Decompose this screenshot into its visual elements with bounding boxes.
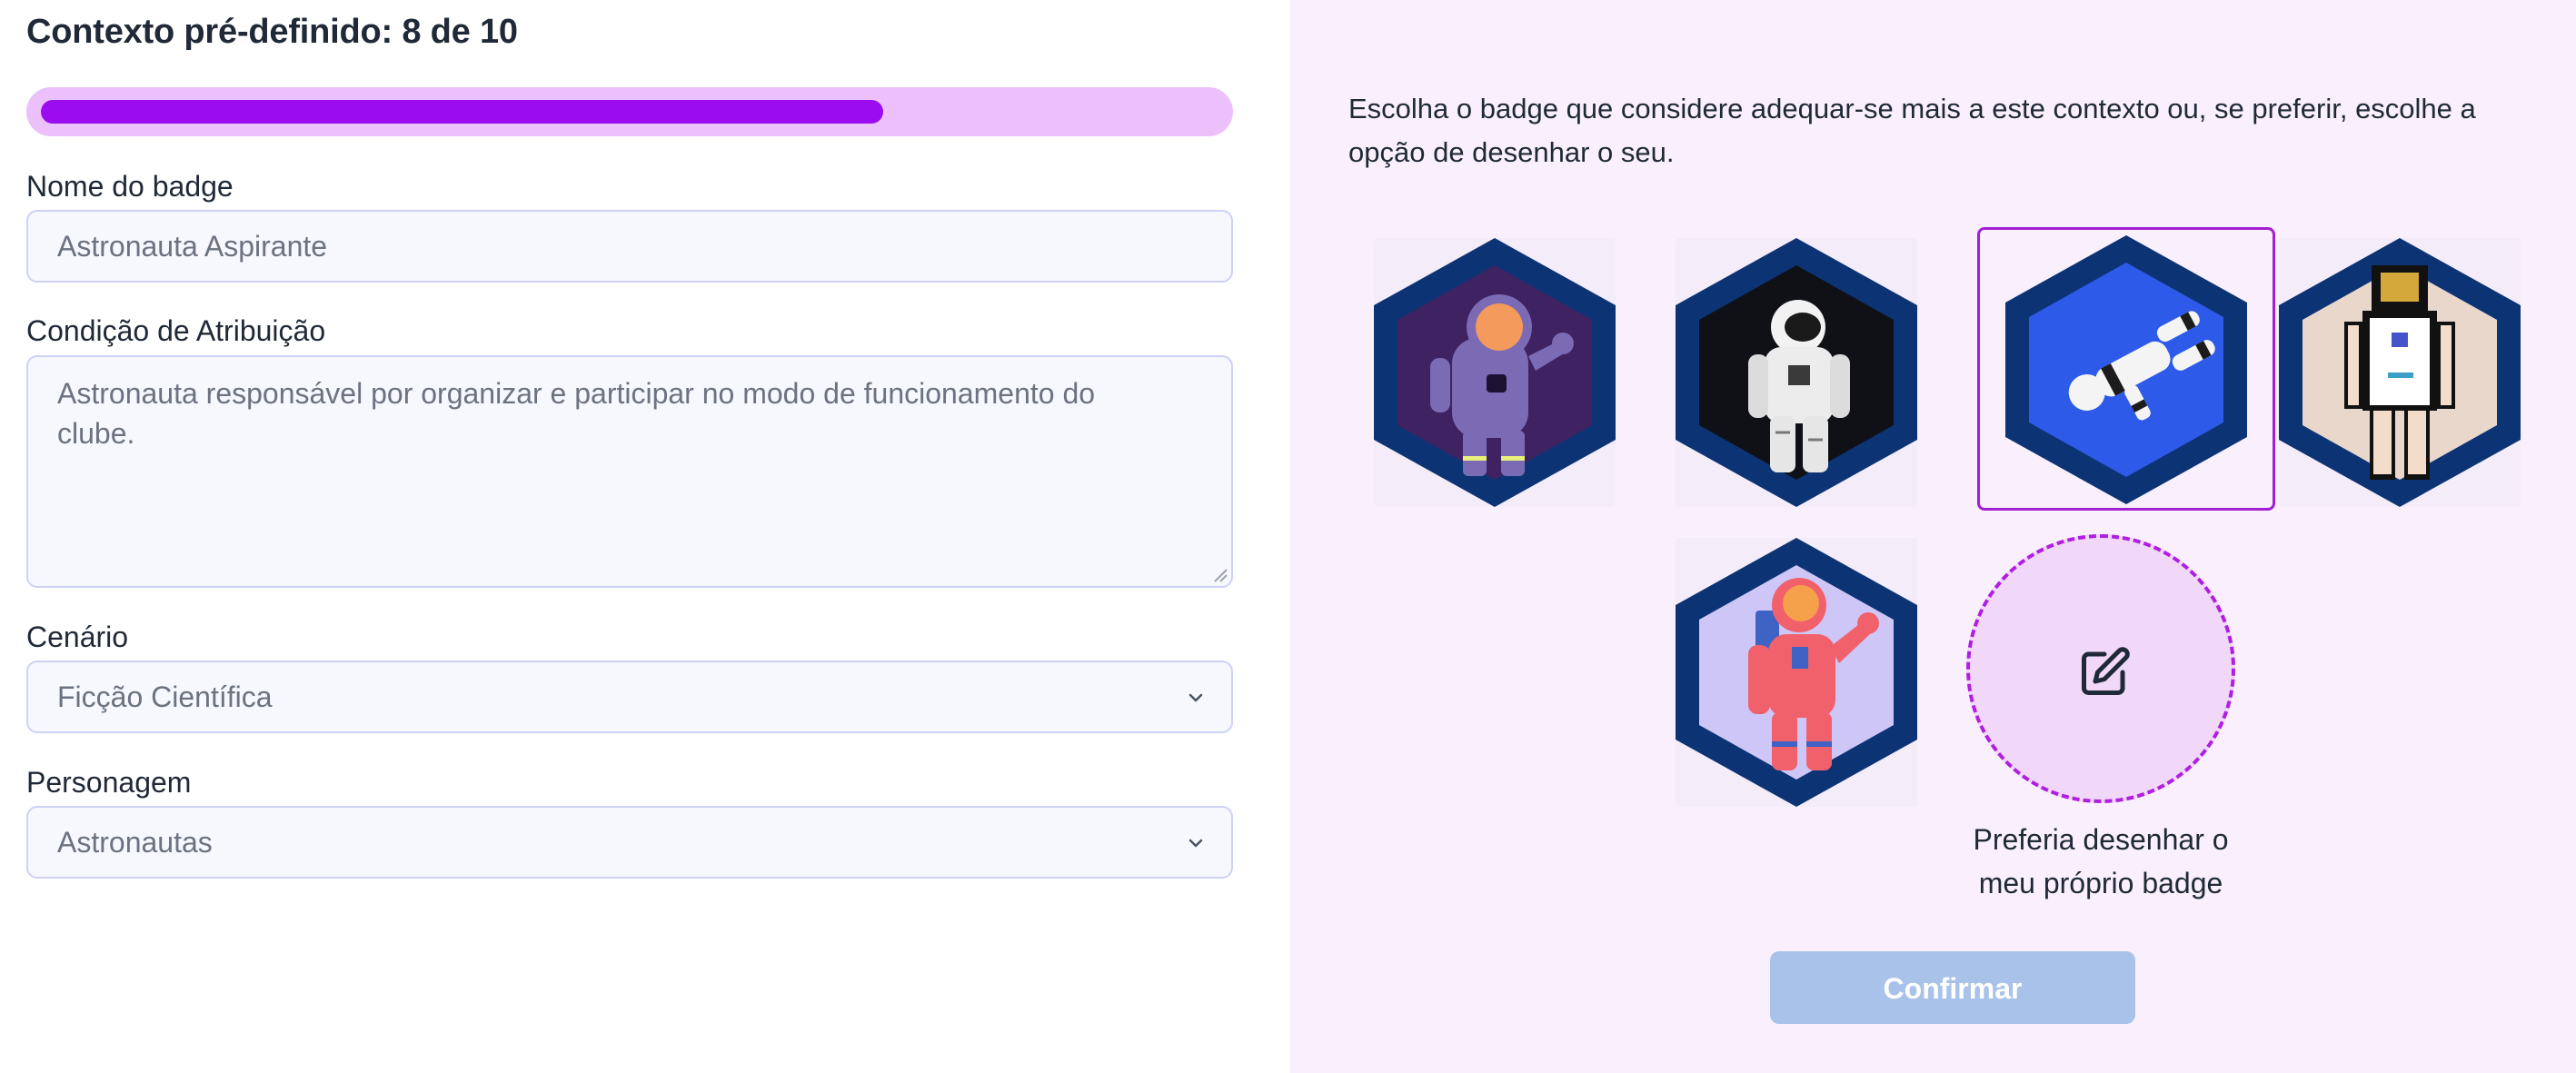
confirm-button[interactable]: Confirmar <box>1770 951 2135 1024</box>
draw-own-badge-label: Preferia desenhar o meu próprio badge <box>1973 823 2229 899</box>
edit-icon <box>2082 647 2130 695</box>
badge-option-astronaut-pink[interactable] <box>1676 538 1917 807</box>
context-form-panel: Contexto pré-definido: 8 de 10 Nome do b… <box>0 0 1290 1073</box>
scenario-select[interactable]: Ficção Científica <box>26 661 1233 733</box>
badge-name-label: Nome do badge <box>26 170 234 203</box>
astronaut-pixel-badge-icon <box>2279 238 2521 507</box>
progress-bar-fill <box>41 100 883 124</box>
astronaut-purple-badge-icon <box>1374 238 1616 507</box>
condition-text: Astronauta responsável por organizar e p… <box>57 377 1096 450</box>
page-title: Contexto pré-definido: 8 de 10 <box>26 13 518 51</box>
character-selected-value: Astronautas <box>57 826 213 859</box>
character-select[interactable]: Astronautas <box>26 806 1233 879</box>
badge-name-input[interactable]: Astronauta Aspirante <box>26 210 1233 283</box>
badge-option-astronaut-realistic[interactable] <box>1676 238 1917 507</box>
character-label: Personagem <box>26 766 192 799</box>
chevron-down-icon <box>1189 839 1203 848</box>
progress-bar <box>26 87 1233 136</box>
astronaut-realistic-badge-icon <box>1676 238 1917 507</box>
astronaut-floating-badge-icon <box>2005 235 2247 504</box>
badge-picker-panel: Escolha o badge que considere adequar-se… <box>1290 0 2576 1073</box>
badge-option-astronaut-pixel[interactable] <box>2279 238 2521 507</box>
condition-textarea[interactable]: Astronauta responsável por organizar e p… <box>26 355 1233 588</box>
badge-instruction-text: Escolha o badge que considere adequar-se… <box>1348 93 2476 168</box>
draw-own-badge-button[interactable] <box>1966 534 2235 803</box>
resize-handle-icon[interactable] <box>1211 566 1228 582</box>
scenario-label: Cenário <box>26 621 129 653</box>
astronaut-pink-badge-icon <box>1676 538 1917 807</box>
badge-option-astronaut-purple[interactable] <box>1374 238 1616 507</box>
chevron-down-icon <box>1189 693 1203 702</box>
badge-option-astronaut-floating[interactable] <box>1977 227 2275 511</box>
condition-label: Condição de Atribuição <box>26 314 326 347</box>
scenario-selected-value: Ficção Científica <box>57 681 273 713</box>
